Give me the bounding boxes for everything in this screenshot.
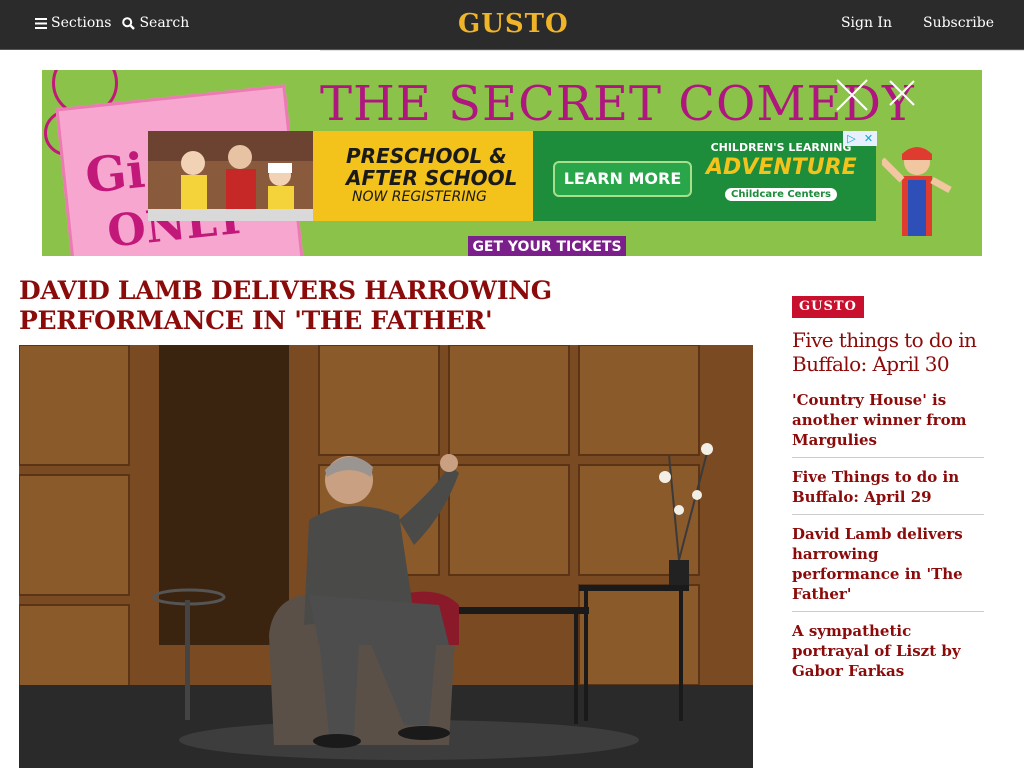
ad-line-1: PRESCHOOL &	[346, 144, 507, 168]
ad-line-2: AFTER SCHOOL	[346, 166, 518, 190]
search-label: Search	[139, 15, 190, 31]
sidebar: GUSTO Five things to do in Buffalo: Apri…	[792, 295, 984, 697]
sidebar-list-item[interactable]: Five Things to do in Buffalo: April 29	[792, 467, 984, 515]
starburst-icon	[836, 79, 915, 111]
ad-brand: CHILDREN'S LEARNING ADVENTURE Childcare …	[706, 141, 857, 211]
ad-brand-main: ADVENTURE	[706, 155, 857, 180]
ad-brand-sub: Childcare Centers	[724, 188, 838, 201]
ad-brand-top: CHILDREN'S LEARNING	[710, 141, 852, 154]
sidebar-list-item[interactable]: A sympathetic portrayal of Liszt by Gabo…	[792, 621, 984, 688]
nav-left: Sections Search	[35, 15, 189, 31]
nav-right: Sign In Subscribe	[810, 15, 994, 31]
performer-image	[882, 147, 952, 236]
sections-button[interactable]: Sections	[35, 15, 111, 31]
ad-headline: PRESCHOOL & AFTER SCHOOL	[346, 145, 517, 189]
ad-title: THE SECRET COMEDY	[320, 76, 915, 132]
sections-label: Sections	[51, 15, 112, 31]
childcare-ad[interactable]: PRESCHOOL & AFTER SCHOOL NOW REGISTERING…	[148, 131, 876, 221]
learn-more-button[interactable]: LEARN MORE	[553, 161, 692, 197]
adchoices-icon[interactable]: ▷	[843, 131, 860, 146]
section-tag[interactable]: GUSTO	[792, 296, 864, 318]
ad-line-3: NOW REGISTERING	[352, 189, 487, 205]
close-icon[interactable]: ✕	[860, 131, 877, 146]
top-navigation-bar: Sections Search GUSTO Sign In Subscribe	[0, 0, 1024, 50]
gusto-logo[interactable]: GUSTO	[458, 8, 569, 40]
article-headline: DAVID LAMB DELIVERS HARROWING PERFORMANC…	[19, 276, 552, 335]
sidebar-list: 'Country House' is another winner from M…	[792, 390, 984, 688]
header-divider	[320, 50, 1024, 51]
sidebar-feature-link[interactable]: Five things to do in Buffalo: April 30	[792, 328, 984, 376]
search-button[interactable]: Search	[122, 15, 189, 31]
ad-book-text-1: Gi	[82, 142, 148, 205]
sidebar-list-item[interactable]: David Lamb delivers harrowing performanc…	[792, 524, 984, 612]
article-hero-image[interactable]	[19, 345, 753, 768]
sidebar-list-item[interactable]: 'Country House' is another winner from M…	[792, 390, 984, 458]
children-cooking-photo	[148, 131, 318, 221]
get-tickets-button[interactable]: GET YOUR TICKETS	[468, 236, 626, 256]
search-icon	[122, 16, 136, 30]
subscribe-link[interactable]: Subscribe	[923, 15, 994, 31]
sign-in-link[interactable]: Sign In	[841, 15, 892, 31]
ad-controls: ▷ ✕	[843, 131, 877, 146]
hamburger-menu-icon	[35, 17, 47, 29]
